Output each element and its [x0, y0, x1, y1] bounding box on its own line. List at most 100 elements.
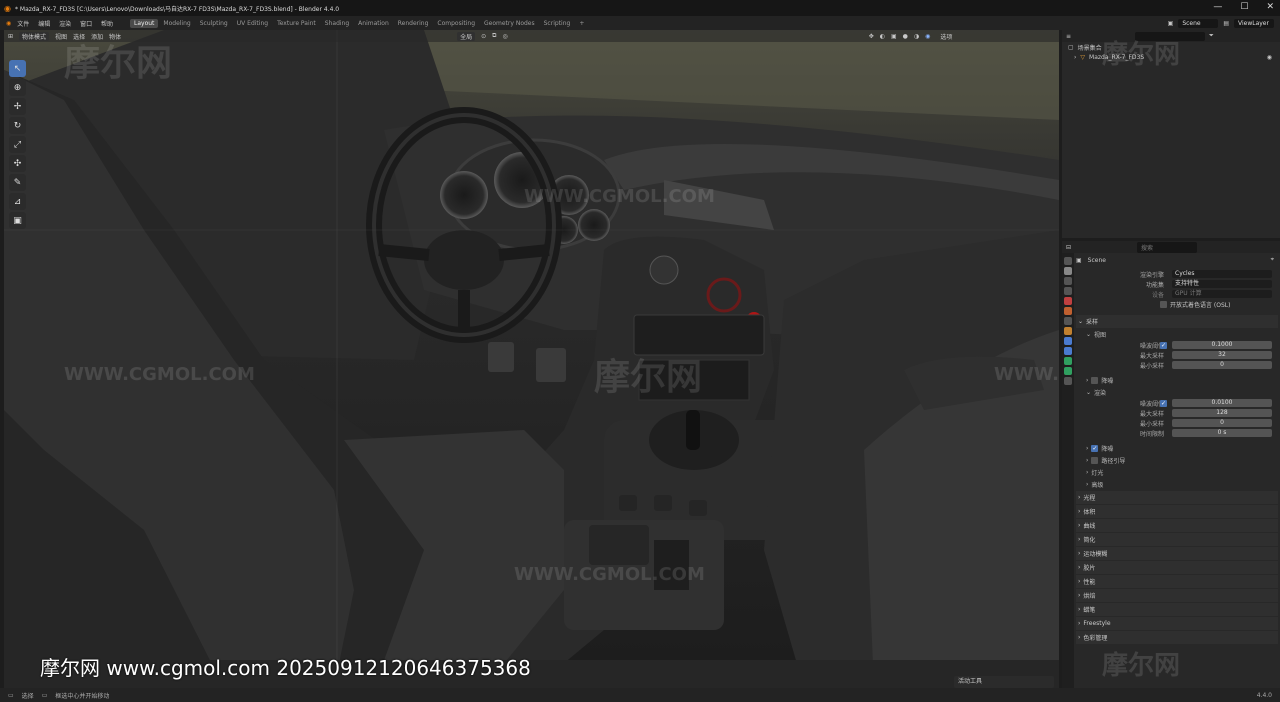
blender-menu-icon[interactable]: ◉	[6, 20, 11, 27]
properties-search[interactable]: 搜索	[1137, 241, 1198, 253]
3d-viewport[interactable]: 摩尔网 摩尔网 WWW.CGMOL.COM WWW.CGMOL.COM WWW.…	[4, 30, 1059, 688]
film-panel[interactable]: › 胶片	[1076, 561, 1278, 574]
options-dropdown[interactable]: 选项	[940, 32, 952, 41]
tab-rendering[interactable]: Rendering	[394, 19, 433, 28]
output-tab-icon[interactable]	[1064, 277, 1072, 285]
add-workspace-button[interactable]: +	[575, 19, 588, 28]
shading-material-icon[interactable]: ◑	[914, 33, 919, 40]
pivot-icon[interactable]: ⊙	[481, 33, 486, 40]
tab-sculpting[interactable]: Sculpting	[196, 19, 232, 28]
denoise-checkbox[interactable]: ✓	[1091, 444, 1099, 452]
view-layer-tab-icon[interactable]	[1064, 287, 1072, 295]
particles-tab-icon[interactable]	[1064, 347, 1072, 355]
scale-tool-icon[interactable]: ⤢	[9, 136, 26, 153]
bake-panel[interactable]: › 烘焙	[1076, 589, 1278, 602]
osl-checkbox[interactable]	[1160, 300, 1167, 308]
lights-subpanel[interactable]: › 灯光	[1076, 466, 1278, 478]
proportional-edit-icon[interactable]: ◎	[502, 33, 507, 40]
render-max-field[interactable]: 128	[1172, 409, 1272, 417]
curves-panel[interactable]: › 曲线	[1076, 519, 1278, 532]
world-tab-icon[interactable]	[1064, 307, 1072, 315]
menu-select[interactable]: 选择	[73, 32, 85, 41]
transform-orientation[interactable]: 全局	[457, 31, 476, 41]
pin-icon[interactable]: ⌖	[1271, 256, 1274, 264]
sampling-panel-header[interactable]: ⌄ 采样	[1076, 315, 1278, 328]
viewport-max-field[interactable]: 32	[1172, 351, 1272, 359]
performance-panel[interactable]: › 性能	[1076, 575, 1278, 588]
collection-tab-icon[interactable]	[1064, 317, 1072, 325]
select-tool-icon[interactable]: ↖	[9, 60, 26, 77]
render-min-field[interactable]: 0	[1172, 419, 1272, 427]
render-subpanel-header[interactable]: ⌄ 渲染	[1076, 386, 1278, 398]
editor-type-icon[interactable]: ⊟	[1066, 244, 1071, 251]
feature-set-dropdown[interactable]: 支持特性	[1172, 280, 1272, 288]
data-tab-icon[interactable]	[1064, 377, 1072, 385]
editor-type-icon[interactable]: ≡	[1066, 33, 1071, 40]
constraints-tab-icon[interactable]	[1064, 367, 1072, 375]
tab-uv-editing[interactable]: UV Editing	[233, 19, 272, 28]
menu-view[interactable]: 视图	[55, 32, 67, 41]
tab-scripting[interactable]: Scripting	[540, 19, 575, 28]
tool-tab-icon[interactable]	[1064, 257, 1072, 265]
mode-selector[interactable]: 物体模式	[19, 31, 50, 41]
visibility-eye-icon[interactable]: ◉	[1267, 54, 1272, 61]
tab-texture-paint[interactable]: Texture Paint	[273, 19, 320, 28]
advanced-subpanel[interactable]: › 高级	[1076, 478, 1278, 490]
render-tab-icon[interactable]	[1064, 267, 1072, 275]
active-tool-panel[interactable]: 活动工具	[954, 676, 1054, 688]
render-engine-dropdown[interactable]: Cycles	[1172, 270, 1272, 278]
tab-shading[interactable]: Shading	[321, 19, 353, 28]
volumes-panel[interactable]: › 体积	[1076, 505, 1278, 518]
modifier-tab-icon[interactable]	[1064, 337, 1072, 345]
editor-type-icon[interactable]: ⊞	[8, 33, 13, 40]
grease-pencil-panel[interactable]: › 蜡笔	[1076, 603, 1278, 616]
render-denoise-subpanel[interactable]: › ✓ 降噪	[1076, 442, 1278, 454]
shading-rendered-icon[interactable]: ◉	[925, 33, 930, 40]
viewport-denoise-subpanel[interactable]: › 降噪	[1076, 374, 1278, 386]
noise-threshold-checkbox[interactable]: ✓	[1160, 341, 1167, 349]
add-cube-tool-icon[interactable]: ▣	[9, 212, 26, 229]
freestyle-panel[interactable]: › Freestyle	[1076, 617, 1278, 630]
overlay-icon[interactable]: ◐	[880, 33, 885, 40]
tab-geometry-nodes[interactable]: Geometry Nodes	[480, 19, 539, 28]
expand-arrow-icon[interactable]: ›	[1074, 54, 1076, 61]
scene-field[interactable]: Scene	[1178, 18, 1219, 28]
tab-modeling[interactable]: Modeling	[159, 19, 194, 28]
viewlayer-field[interactable]: ViewLayer	[1234, 18, 1274, 28]
menu-file[interactable]: 文件	[17, 21, 29, 28]
scene-tab-icon[interactable]	[1064, 297, 1072, 305]
tab-layout[interactable]: Layout	[130, 18, 159, 28]
device-dropdown[interactable]: GPU 计算	[1172, 290, 1272, 298]
shading-solid-icon[interactable]: ●	[903, 33, 908, 40]
tab-animation[interactable]: Animation	[354, 19, 393, 28]
motion-blur-panel[interactable]: › 运动模糊	[1076, 547, 1278, 560]
color-management-panel[interactable]: › 色彩管理	[1076, 631, 1278, 644]
minimize-button[interactable]: —	[1213, 2, 1222, 12]
menu-add[interactable]: 添加	[91, 32, 103, 41]
cursor-tool-icon[interactable]: ⊕	[9, 79, 26, 96]
maximize-button[interactable]: ☐	[1240, 2, 1248, 12]
render-noise-field[interactable]: 0.0100	[1172, 399, 1272, 407]
annotate-tool-icon[interactable]: ✎	[9, 174, 26, 191]
path-guiding-checkbox[interactable]	[1091, 456, 1099, 464]
move-tool-icon[interactable]: ✢	[9, 98, 26, 115]
path-guiding-subpanel[interactable]: › 路径引导	[1076, 454, 1278, 466]
snap-icon[interactable]: ⧉	[492, 32, 496, 40]
rotate-tool-icon[interactable]: ↻	[9, 117, 26, 134]
light-paths-panel[interactable]: › 光程	[1076, 491, 1278, 504]
object-tab-icon[interactable]	[1064, 327, 1072, 335]
tab-compositing[interactable]: Compositing	[433, 19, 479, 28]
transform-tool-icon[interactable]: ✣	[9, 155, 26, 172]
menu-render[interactable]: 渲染	[59, 21, 71, 28]
menu-object[interactable]: 物体	[109, 32, 121, 41]
viewport-min-field[interactable]: 0	[1172, 361, 1272, 369]
physics-tab-icon[interactable]	[1064, 357, 1072, 365]
simplify-panel[interactable]: › 简化	[1076, 533, 1278, 546]
viewport-subpanel-header[interactable]: ⌄ 视图	[1076, 328, 1278, 340]
filter-icon[interactable]: ⏷	[1209, 32, 1214, 40]
xray-icon[interactable]: ▣	[891, 33, 897, 40]
time-limit-field[interactable]: 0 s	[1172, 429, 1272, 437]
noise-threshold-checkbox[interactable]: ✓	[1160, 399, 1167, 407]
viewport-noise-field[interactable]: 0.1000	[1172, 341, 1272, 349]
menu-edit[interactable]: 编辑	[38, 21, 50, 28]
